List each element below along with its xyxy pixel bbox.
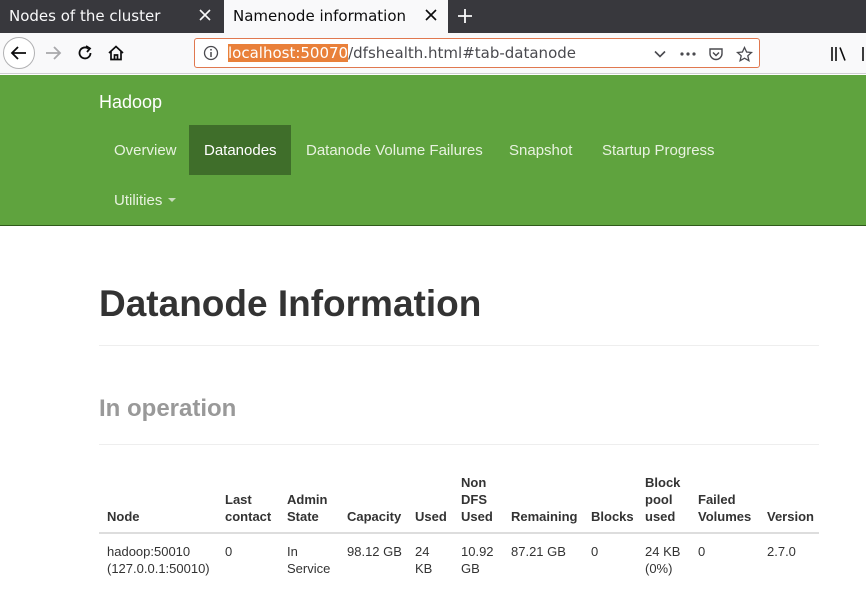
home-icon[interactable] <box>100 37 132 69</box>
caret-down-icon <box>168 198 177 202</box>
nav-item-snapshot[interactable]: Snapshot <box>494 125 587 175</box>
column-header-block-pool-used[interactable]: Block pool used <box>645 474 680 525</box>
nav-item-label: Snapshot <box>509 141 573 159</box>
cell-admin-state: In Service <box>287 544 331 576</box>
column-header-failed-volumes[interactable]: Failed Volumes <box>698 491 751 525</box>
back-arrow-icon[interactable] <box>3 37 35 69</box>
column-header-capacity[interactable]: Capacity <box>347 508 401 525</box>
column-header-version[interactable]: Version <box>767 508 814 525</box>
cell-block-pool-used: 24 KB (0%) <box>645 544 681 576</box>
nav-item-overview[interactable]: Overview <box>99 125 192 175</box>
cell-used: 24 KB <box>415 544 433 576</box>
nav-item-datanode-volume-failures[interactable]: Datanode Volume Failures <box>291 125 498 175</box>
column-header-used[interactable]: Used <box>415 508 447 525</box>
hadoop-navbar: Hadoop Overview Datanodes Datanode Volum… <box>0 75 866 226</box>
column-header-admin-state[interactable]: Admin State <box>287 491 327 525</box>
plus-icon[interactable] <box>452 3 478 29</box>
url-path: /dfshealth.html#tab-datanode <box>348 44 576 62</box>
nav-item-startup-progress[interactable]: Startup Progress <box>587 125 730 175</box>
url-text[interactable]: localhost:50070/dfshealth.html#tab-datan… <box>228 44 576 62</box>
column-header-remaining[interactable]: Remaining <box>511 508 577 525</box>
nav-item-label: Startup Progress <box>602 141 715 159</box>
tab-title: Namenode information <box>233 7 407 25</box>
cell-node: hadoop:50010 (127.0.0.1:50010) <box>107 544 210 576</box>
nav-item-label: Datanodes <box>204 141 277 159</box>
cell-remaining: 87.21 GB <box>511 544 566 559</box>
brand-logo-text[interactable]: Hadoop <box>99 92 162 113</box>
pocket-icon[interactable] <box>707 45 725 63</box>
nav-item-utilities[interactable]: Utilities <box>99 175 191 225</box>
divider <box>99 444 819 445</box>
nav-item-label: Datanode Volume Failures <box>306 141 483 159</box>
forward-arrow-icon[interactable] <box>37 37 69 69</box>
browser-toolbar: localhost:50070/dfshealth.html#tab-datan… <box>0 33 866 74</box>
sidebar-icon[interactable] <box>856 44 866 64</box>
column-header-blocks[interactable]: Blocks <box>591 508 634 525</box>
info-icon[interactable] <box>203 45 219 61</box>
column-header-last-contact[interactable]: Last contact <box>225 491 271 525</box>
ellipsis-icon[interactable] <box>679 45 697 63</box>
cell-capacity: 98.12 GB <box>347 544 402 559</box>
tab-nodes-of-cluster[interactable]: Nodes of the cluster <box>0 0 222 33</box>
table-header-border <box>99 532 819 534</box>
nav-item-datanodes[interactable]: Datanodes <box>189 125 291 175</box>
cell-version: 2.7.0 <box>767 544 796 559</box>
star-icon[interactable] <box>735 45 753 63</box>
nav-item-label: Utilities <box>114 191 163 209</box>
page-title: Datanode Information <box>99 283 482 324</box>
tab-strip: Nodes of the cluster Namenode informatio… <box>0 0 866 33</box>
cell-blocks: 0 <box>591 544 599 559</box>
close-icon[interactable] <box>196 5 214 25</box>
divider <box>99 345 819 346</box>
column-header-non-dfs-used[interactable]: Non DFS Used <box>461 474 493 525</box>
url-bar[interactable]: localhost:50070/dfshealth.html#tab-datan… <box>194 38 760 68</box>
reload-icon[interactable] <box>69 37 101 69</box>
tab-title: Nodes of the cluster <box>9 7 161 25</box>
library-icon[interactable] <box>829 44 849 64</box>
chevron-down-icon[interactable] <box>651 45 669 63</box>
column-header-node[interactable]: Node <box>107 508 140 525</box>
section-title: In operation <box>99 395 237 422</box>
cell-failed-volumes: 0 <box>698 544 706 559</box>
cell-last-contact: 0 <box>225 544 233 559</box>
url-host: localhost:50070 <box>228 44 349 62</box>
nav-item-label: Overview <box>114 141 177 159</box>
cell-non-dfs-used: 10.92 GB <box>461 544 494 576</box>
close-icon[interactable] <box>422 5 440 25</box>
tab-namenode-information[interactable]: Namenode information <box>224 0 448 33</box>
